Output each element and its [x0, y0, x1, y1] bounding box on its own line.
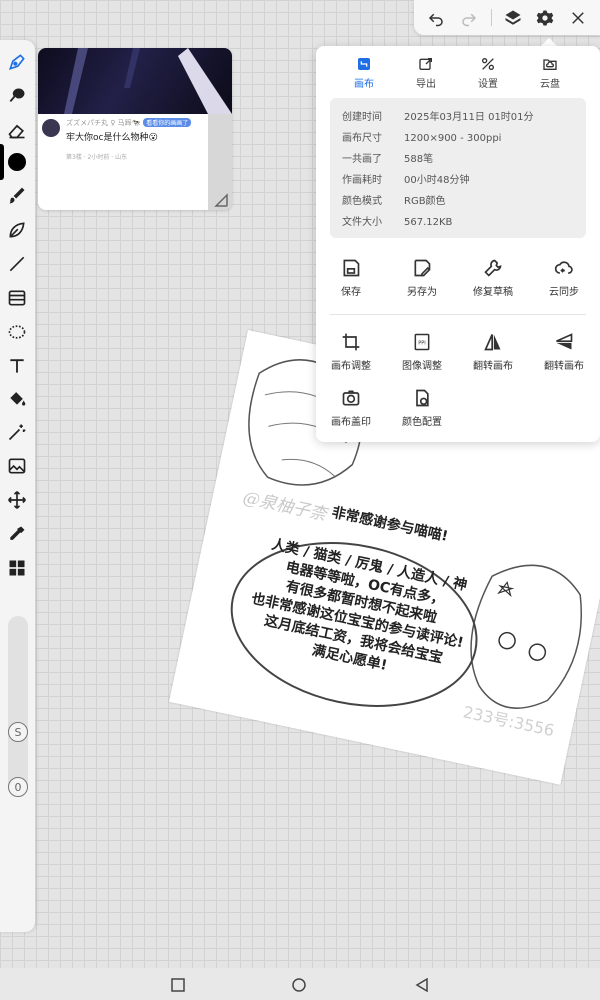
eyedropper-icon[interactable] [5, 522, 29, 546]
popup-caret [541, 38, 557, 46]
color-profile-button[interactable]: 颜色配置 [390, 388, 454, 428]
canvas-info-box: 创建时间 2025年03月11日 01时01分 画布尺寸 1200×900 - 30… [330, 98, 586, 238]
brush-icon[interactable] [5, 84, 29, 108]
flip-horizontal-button[interactable]: 翻转画布 [461, 332, 525, 372]
info-row-file-size: 文件大小 567.12KB [342, 217, 453, 228]
leaf-brush-icon[interactable] [5, 218, 29, 242]
save-icon [343, 259, 360, 277]
tab-label: 导出 [416, 79, 436, 90]
export-icon [419, 58, 432, 70]
back-icon[interactable] [413, 976, 431, 994]
info-row-color-mode: 颜色模式 RGB颜色 [342, 196, 446, 207]
color-profile-icon [416, 389, 429, 407]
ppi-icon: PPI [414, 333, 430, 351]
image-import-icon[interactable] [5, 454, 29, 478]
canvas-settings-popup: 画布 导出 设置 云盘 创建时间 2025年03月11日 01时01分 画布尺寸 1… [316, 46, 600, 442]
top-action-bar [414, 0, 600, 35]
camera-icon [342, 390, 360, 406]
divider [330, 314, 586, 315]
tools-icon [482, 58, 494, 70]
svg-text:PPI: PPI [418, 341, 426, 347]
reference-artwork [38, 48, 232, 114]
reference-post: ズズメパチ丸 ♀ 马蹄🐄 看看你的画画了 牢大你oc是什么物种😮 第3楼 · 2小… [38, 114, 208, 210]
layers-icon[interactable] [501, 6, 525, 30]
save-button[interactable]: 保存 [319, 258, 383, 298]
reference-image-card[interactable]: ズズメパチ丸 ♀ 马蹄🐄 看看你的画画了 牢大你oc是什么物种😮 第3楼 · 2小… [38, 48, 232, 210]
home-icon[interactable] [290, 976, 308, 994]
image-adjust-button[interactable]: PPI 图像调整 [390, 332, 454, 372]
info-row-strokes: 一共画了 588笔 [342, 154, 434, 165]
close-icon[interactable] [566, 6, 590, 30]
cloud-sync-button[interactable]: 云同步 [532, 258, 596, 298]
flip-vertical-icon [556, 333, 573, 350]
tab-label: 云盘 [540, 79, 560, 90]
redo-icon[interactable] [457, 6, 481, 30]
transform-icon[interactable] [5, 488, 29, 512]
pen-icon[interactable] [5, 50, 29, 74]
left-toolbar: S 0 [0, 40, 35, 932]
post-username: ズズメパチ丸 ♀ 马蹄🐄 看看你的画画了 [66, 118, 192, 128]
canvas-adjust-button[interactable]: 画布调整 [319, 332, 383, 372]
fill-bucket-icon[interactable] [5, 386, 29, 410]
tab-canvas[interactable]: 画布 [336, 56, 392, 90]
save-as-button[interactable]: 另存为 [390, 258, 454, 298]
color-swatch[interactable] [8, 153, 26, 171]
info-row-size: 画布尺寸 1200×900 - 300ppi [342, 133, 502, 144]
post-meta: 第3楼 · 2小时前 · 山东 [66, 154, 128, 161]
canvas-icon [358, 58, 370, 70]
brush-size-knob[interactable]: S [8, 722, 28, 742]
tab-export[interactable]: 导出 [398, 56, 454, 90]
repair-draft-button[interactable]: 修复草稿 [461, 258, 525, 298]
flip-vertical-button[interactable]: 翻转画布 [532, 332, 596, 372]
line-icon[interactable] [5, 252, 29, 276]
lasso-icon[interactable] [5, 320, 29, 344]
crop-icon [342, 333, 360, 351]
undo-icon[interactable] [424, 6, 448, 30]
divider [491, 9, 492, 26]
text-icon[interactable] [5, 354, 29, 378]
resize-handle-icon[interactable] [214, 192, 228, 207]
brush-size-slider[interactable] [8, 616, 28, 796]
tab-cloud-drive[interactable]: 云盘 [522, 56, 578, 90]
grid-icon[interactable] [5, 556, 29, 580]
eraser-icon[interactable] [5, 118, 29, 142]
info-row-created: 创建时间 2025年03月11日 01时01分 [342, 112, 534, 123]
user-badge: 看看你的画画了 [143, 118, 192, 127]
tab-label: 设置 [478, 79, 498, 90]
tab-label: 画布 [354, 79, 374, 90]
canvas-stamp-button[interactable]: 画布盖印 [319, 388, 383, 428]
avatar [42, 119, 60, 137]
layer-panel-icon[interactable] [5, 286, 29, 310]
color-indicator [0, 144, 4, 180]
magic-wand-icon[interactable] [5, 420, 29, 444]
post-text: 牢大你oc是什么物种😮 [66, 133, 158, 143]
info-row-duration: 作画耗时 00小时48分钟 [342, 175, 470, 186]
cloud-sync-icon [554, 261, 573, 274]
cloud-folder-icon [543, 59, 557, 70]
save-as-icon [414, 259, 431, 277]
opacity-knob[interactable]: 0 [8, 777, 28, 797]
wrench-icon [484, 259, 502, 277]
gear-icon[interactable] [533, 6, 557, 30]
flip-horizontal-icon [484, 334, 501, 351]
system-nav-bar [0, 968, 600, 1000]
tab-settings[interactable]: 设置 [460, 56, 516, 90]
recents-icon[interactable] [169, 976, 187, 994]
smudge-icon[interactable] [5, 184, 29, 208]
